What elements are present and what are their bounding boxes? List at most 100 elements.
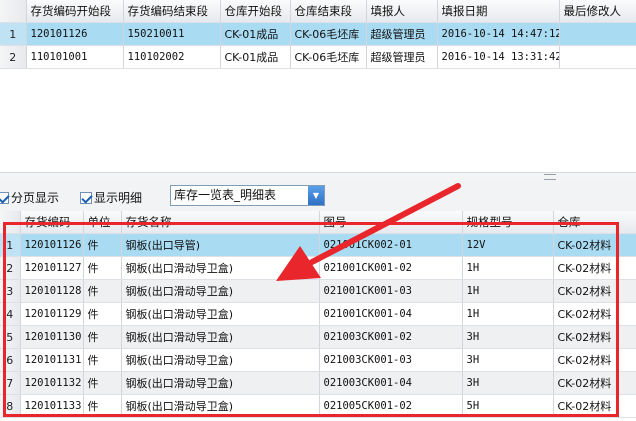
checkbox-checked-icon[interactable] <box>80 191 92 204</box>
cell-warehouse[interactable]: CK-02材料 <box>553 279 636 303</box>
table-row[interactable]: 3 120101128 件钢板(出口滑动导卫盒) 021001CK001-03 1H CK… <box>0 279 636 303</box>
show-detail-checkbox[interactable]: 显示明细 <box>80 189 142 206</box>
cell-item-code-start[interactable]: 120101126 <box>26 22 124 46</box>
cell-item-name[interactable]: 钢板(出口滑动导卫盒) <box>121 279 320 303</box>
row-number[interactable]: 5 <box>0 325 21 349</box>
cell-spec[interactable]: 1H <box>462 302 554 326</box>
cell-item-code[interactable]: 120101128 <box>20 279 84 303</box>
cell-report-date[interactable]: 2016-10-14 14:47:12 <box>437 22 560 46</box>
cell-item-name[interactable]: 钢板(出口滑动导卫盒) <box>121 302 320 326</box>
cell-spec[interactable]: 1H <box>462 279 554 303</box>
row-number[interactable]: 1 <box>0 22 27 46</box>
cell-unit[interactable]: 件 <box>83 371 122 395</box>
column-header-drawing-no[interactable]: 图号 <box>319 211 463 234</box>
cell-item-code[interactable]: 120101127 <box>20 256 84 280</box>
cell-warehouse-start[interactable]: CK-01成品 <box>220 45 291 69</box>
chevron-down-icon[interactable]: ▼ <box>308 186 324 205</box>
cell-drawing-no[interactable]: 021003CK001-02 <box>319 325 463 349</box>
column-header-report-date[interactable]: 填报日期 <box>437 0 560 23</box>
cell-item-name[interactable]: 钢板(出口滑动导卫盒) <box>121 325 320 349</box>
row-number[interactable]: 4 <box>0 302 21 326</box>
table-row[interactable]: 4 120101129 件钢板(出口滑动导卫盒) 021001CK001-04 1H CK… <box>0 302 636 326</box>
cell-item-name[interactable]: 钢板(出口滑动导卫盒) <box>121 348 320 372</box>
column-header-warehouse[interactable]: 仓库 <box>553 211 636 234</box>
column-header-warehouse-start[interactable]: 仓库开始段 <box>220 0 291 23</box>
table-row[interactable]: 2 110101001 110102002 CK-01成品 CK-06毛坯库 超… <box>0 45 636 69</box>
row-number[interactable]: 8 <box>0 394 21 418</box>
checkbox-checked-icon[interactable] <box>0 191 9 204</box>
cell-unit[interactable]: 件 <box>83 302 122 326</box>
table-row[interactable]: 5 120101130 件钢板(出口滑动导卫盒) 021003CK001-02 3H CK… <box>0 325 636 349</box>
cell-item-code[interactable]: 120101133 <box>20 394 84 418</box>
cell-drawing-no[interactable]: 021001CK001-03 <box>319 279 463 303</box>
column-header-warehouse-end[interactable]: 仓库结束段 <box>290 0 367 23</box>
cell-reporter[interactable]: 超级管理员 <box>366 22 438 46</box>
table-row[interactable]: 1 120101126 150210011 CK-01成品 CK-06毛坯库 超… <box>0 22 636 46</box>
cell-warehouse[interactable]: CK-02材料 <box>553 394 636 418</box>
row-number-header[interactable] <box>0 211 21 234</box>
table-row[interactable]: 1 120101126 件钢板(出口导管) 021001CK002-01 12V CK-0… <box>0 233 636 257</box>
column-header-item-code-end[interactable]: 存货编码结束段 <box>123 0 221 23</box>
cell-item-code[interactable]: 120101132 <box>20 371 84 395</box>
cell-item-name[interactable]: 钢板(出口导管) <box>121 233 320 257</box>
cell-warehouse-end[interactable]: CK-06毛坯库 <box>290 22 367 46</box>
row-number[interactable]: 2 <box>0 256 21 280</box>
splitter-grip-icon[interactable] <box>544 174 556 180</box>
row-number[interactable]: 1 <box>0 233 21 257</box>
table-row[interactable]: 7 120101132 件钢板(出口滑动导卫盒) 021003CK001-04 3H CK… <box>0 371 636 395</box>
cell-unit[interactable]: 件 <box>83 256 122 280</box>
column-header-item-code-start[interactable]: 存货编码开始段 <box>26 0 124 23</box>
cell-drawing-no[interactable]: 021001CK002-01 <box>319 233 463 257</box>
column-header-item-code[interactable]: 存货编码 <box>20 211 84 234</box>
cell-item-code[interactable]: 120101130 <box>20 325 84 349</box>
cell-warehouse[interactable]: CK-02材料 <box>553 233 636 257</box>
cell-warehouse[interactable]: CK-02材料 <box>553 256 636 280</box>
cell-spec[interactable]: 5H <box>462 394 554 418</box>
table-row[interactable]: 2 120101127 件钢板(出口滑动导卫盒) 021001CK001-02 1H CK… <box>0 256 636 280</box>
cell-unit[interactable]: 件 <box>83 325 122 349</box>
cell-last-modifier[interactable] <box>559 45 636 69</box>
column-header-spec[interactable]: 规格型号 <box>462 211 554 234</box>
cell-drawing-no[interactable]: 021001CK001-02 <box>319 256 463 280</box>
cell-item-code-end[interactable]: 110102002 <box>123 45 221 69</box>
cell-spec[interactable]: 3H <box>462 371 554 395</box>
column-header-last-modifier[interactable]: 最后修改人 <box>559 0 636 23</box>
cell-warehouse-end[interactable]: CK-06毛坯库 <box>290 45 367 69</box>
cell-last-modifier[interactable] <box>559 22 636 46</box>
cell-item-name[interactable]: 钢板(出口滑动导卫盒) <box>121 256 320 280</box>
cell-report-date[interactable]: 2016-10-14 13:31:42 <box>437 45 560 69</box>
cell-drawing-no[interactable]: 021003CK001-04 <box>319 371 463 395</box>
table-row[interactable]: 6 120101131 件钢板(出口滑动导卫盒) 021003CK001-03 3H CK… <box>0 348 636 372</box>
cell-item-name[interactable]: 钢板(出口滑动导卫盒) <box>121 394 320 418</box>
cell-warehouse-start[interactable]: CK-01成品 <box>220 22 291 46</box>
report-select[interactable]: 库存一览表_明细表 ▼ <box>170 185 325 206</box>
row-number-header[interactable] <box>0 0 27 23</box>
cell-item-name[interactable]: 钢板(出口滑动导卫盒) <box>121 371 320 395</box>
cell-item-code-start[interactable]: 110101001 <box>26 45 124 69</box>
cell-drawing-no[interactable]: 021001CK001-04 <box>319 302 463 326</box>
cell-spec[interactable]: 3H <box>462 348 554 372</box>
cell-warehouse[interactable]: CK-02材料 <box>553 371 636 395</box>
cell-unit[interactable]: 件 <box>83 279 122 303</box>
cell-warehouse[interactable]: CK-02材料 <box>553 348 636 372</box>
cell-spec[interactable]: 3H <box>462 325 554 349</box>
cell-drawing-no[interactable]: 021005CK001-02 <box>319 394 463 418</box>
column-header-reporter[interactable]: 填报人 <box>366 0 438 23</box>
cell-warehouse[interactable]: CK-02材料 <box>553 325 636 349</box>
cell-warehouse[interactable]: CK-02材料 <box>553 302 636 326</box>
cell-spec[interactable]: 1H <box>462 256 554 280</box>
cell-drawing-no[interactable]: 021003CK001-03 <box>319 348 463 372</box>
cell-unit[interactable]: 件 <box>83 233 122 257</box>
cell-unit[interactable]: 件 <box>83 348 122 372</box>
cell-item-code[interactable]: 120101131 <box>20 348 84 372</box>
cell-spec[interactable]: 12V <box>462 233 554 257</box>
cell-item-code[interactable]: 120101129 <box>20 302 84 326</box>
cell-item-code[interactable]: 120101126 <box>20 233 84 257</box>
row-number[interactable]: 7 <box>0 371 21 395</box>
table-row[interactable]: 8 120101133 件钢板(出口滑动导卫盒) 021005CK001-02 5H CK… <box>0 394 636 418</box>
cell-unit[interactable]: 件 <box>83 394 122 418</box>
column-header-item-name[interactable]: 存货名称 <box>121 211 320 234</box>
cell-item-code-end[interactable]: 150210011 <box>123 22 221 46</box>
row-number[interactable]: 6 <box>0 348 21 372</box>
row-number[interactable]: 2 <box>0 45 27 69</box>
